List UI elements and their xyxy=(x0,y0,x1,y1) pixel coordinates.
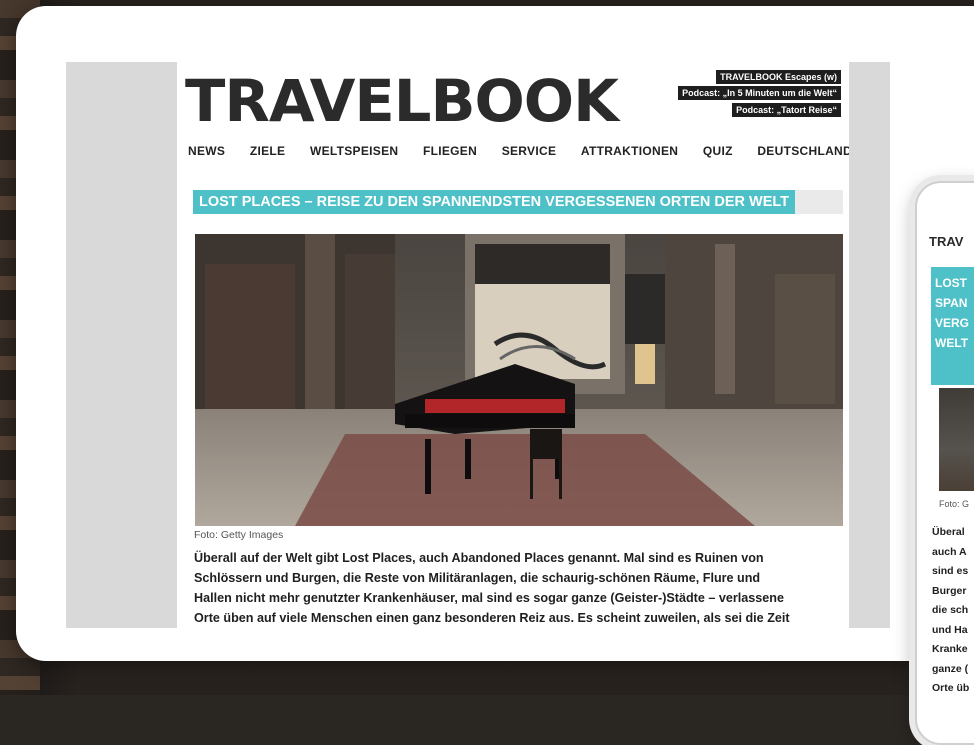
mobile-body-line: ganze ( xyxy=(932,662,969,675)
promo-podcast-tatort-link[interactable]: Podcast: „Tatort Reise“ xyxy=(732,103,841,117)
main-navigation: NEWS ZIELE WELTSPEISEN FLIEGEN SERVICE A… xyxy=(188,144,849,158)
mobile-headline-line: WELT xyxy=(935,336,969,350)
nav-item-ziele[interactable]: ZIELE xyxy=(250,144,286,158)
photo-caption: Foto: Getty Images xyxy=(194,529,284,541)
article-photo xyxy=(195,234,843,526)
mobile-article-body: Überal auch A sind es Burger die sch und… xyxy=(932,523,974,699)
phone-screen: TRAV LOST SPAN VERG WELT Foto: G Überal … xyxy=(929,183,974,743)
mobile-headline-line: SPAN xyxy=(935,296,968,310)
article-body-line: Hallen nicht mehr genutzter Krankenhäuse… xyxy=(194,591,785,605)
article-body-line: Orte üben auf viele Menschen einen ganz … xyxy=(194,611,790,625)
nav-item-deutschland[interactable]: DEUTSCHLAND xyxy=(757,144,849,158)
travelbook-page: TRAVELBOOK TRAVELBOOK Escapes (w) Podcas… xyxy=(177,62,849,628)
mobile-body-line: sind es xyxy=(932,565,969,577)
mobile-logo[interactable]: TRAV xyxy=(929,234,963,249)
nav-item-quiz[interactable]: QUIZ xyxy=(703,144,733,158)
mobile-photo-caption: Foto: G xyxy=(939,499,970,509)
mobile-body-line: Burger xyxy=(932,584,967,597)
nav-item-fliegen[interactable]: FLIEGEN xyxy=(423,144,477,158)
mobile-body-line: Orte üb xyxy=(932,682,970,694)
promo-escapes-link[interactable]: TRAVELBOOK Escapes (w) xyxy=(716,70,841,84)
desktop-monitor: TRAVELBOOK TRAVELBOOK Escapes (w) Podcas… xyxy=(16,6,974,661)
article-body-line: Schlössern und Burgen, die Reste von Mil… xyxy=(194,571,761,585)
phone-mockup: TRAV LOST SPAN VERG WELT Foto: G Überal … xyxy=(915,181,974,745)
abandoned-hall-image xyxy=(195,234,843,526)
mobile-body-line: die sch xyxy=(932,604,969,616)
mobile-body-line: Kranke xyxy=(932,643,968,655)
nav-item-service[interactable]: SERVICE xyxy=(502,144,557,158)
nav-item-news[interactable]: NEWS xyxy=(188,144,225,158)
mobile-headline: LOST SPAN VERG WELT xyxy=(931,267,974,385)
browser-viewport: TRAVELBOOK TRAVELBOOK Escapes (w) Podcas… xyxy=(66,62,890,628)
article-body: Überall auf der Welt gibt Lost Places, a… xyxy=(194,548,844,628)
mobile-body-line: auch A xyxy=(932,545,967,558)
article-body-line: Überall auf der Welt gibt Lost Places, a… xyxy=(194,551,764,565)
article-headline: LOST PLACES – REISE ZU DEN SPANNENDSTEN … xyxy=(193,190,796,214)
nav-item-weltspeisen[interactable]: WELTSPEISEN xyxy=(310,144,398,158)
mobile-article-photo xyxy=(939,388,974,491)
mobile-headline-line: VERG xyxy=(935,316,970,330)
promo-podcast-welt-link[interactable]: Podcast: „In 5 Minuten um die Welt“ xyxy=(678,86,841,100)
headline-bar: LOST PLACES – REISE ZU DEN SPANNENDSTEN … xyxy=(193,190,843,214)
site-logo[interactable]: TRAVELBOOK xyxy=(185,71,619,131)
nav-item-attraktionen[interactable]: ATTRAKTIONEN xyxy=(581,144,678,158)
mobile-body-line: Überal xyxy=(932,526,965,538)
mobile-body-line: und Ha xyxy=(932,623,968,636)
mobile-headline-line: LOST xyxy=(935,276,967,290)
